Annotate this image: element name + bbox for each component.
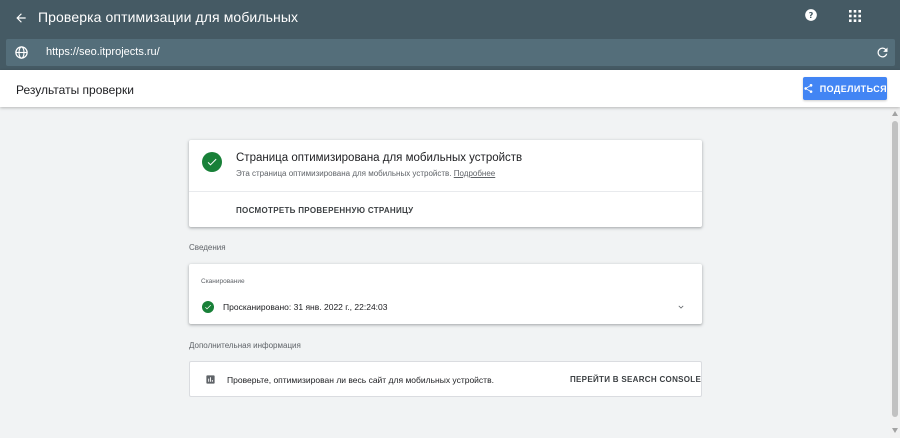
scroll-up-icon[interactable] <box>890 111 900 119</box>
globe-icon <box>15 46 28 59</box>
page-title: Результаты проверки <box>16 83 134 97</box>
share-button-label: ПОДЕЛИТЬСЯ <box>819 83 887 94</box>
check-circle-icon <box>202 152 222 172</box>
crawl-status: Просканировано: 31 янв. 2022 г., 22:24:0… <box>223 302 388 312</box>
expand-button[interactable] <box>675 301 687 313</box>
chevron-down-icon <box>678 305 684 309</box>
url-text: https://seo.itprojects.ru/ <box>46 46 160 58</box>
url-bar[interactable]: https://seo.itprojects.ru/ <box>6 39 895 66</box>
extra-section-label: Дополнительная информация <box>189 341 301 350</box>
crawl-card[interactable]: Сканирование Просканировано: 31 янв. 202… <box>189 264 702 324</box>
crawl-subtitle: Сканирование <box>201 278 245 285</box>
check-circle-icon <box>202 301 214 313</box>
bar-chart-icon <box>206 375 215 384</box>
scrollbar[interactable] <box>890 107 900 438</box>
result-title: Страница оптимизирована для мобильных ус… <box>236 152 523 164</box>
app-bar: Проверка оптимизации для мобильных ? htt… <box>0 0 900 70</box>
results-header: Результаты проверки <box>0 70 900 107</box>
scroll-down-icon[interactable] <box>890 428 900 436</box>
info-text: Проверьте, оптимизирован ли весь сайт дл… <box>227 375 494 385</box>
info-card: Проверьте, оптимизирован ли весь сайт дл… <box>189 361 702 397</box>
help-icon: ? <box>805 9 817 21</box>
svg-text:?: ? <box>809 10 814 20</box>
result-description-text: Эта страница оптимизирована для мобильны… <box>236 169 452 178</box>
result-card: Страница оптимизирована для мобильных ус… <box>189 140 702 227</box>
share-button[interactable]: ПОДЕЛИТЬСЯ <box>803 77 887 100</box>
reload-icon[interactable] <box>875 45 890 60</box>
details-section-label: Сведения <box>189 243 226 252</box>
more-link[interactable]: Подробнее <box>454 169 496 178</box>
apps-grid-icon <box>849 10 861 22</box>
share-icon <box>804 84 813 93</box>
scroll-thumb[interactable] <box>892 121 898 417</box>
app-title: Проверка оптимизации для мобильных <box>38 9 299 25</box>
help-button[interactable]: ? <box>802 6 820 24</box>
apps-button[interactable] <box>846 7 864 25</box>
back-button[interactable] <box>10 7 32 29</box>
arrow-back-icon <box>16 13 26 23</box>
view-tested-page-button[interactable]: ПОСМОТРЕТЬ ПРОВЕРЕННУЮ СТРАНИЦУ <box>236 206 413 215</box>
result-description: Эта страница оптимизирована для мобильны… <box>236 169 495 178</box>
divider <box>189 191 702 192</box>
search-console-button[interactable]: ПЕРЕЙТИ В SEARCH CONSOLE <box>570 375 701 384</box>
